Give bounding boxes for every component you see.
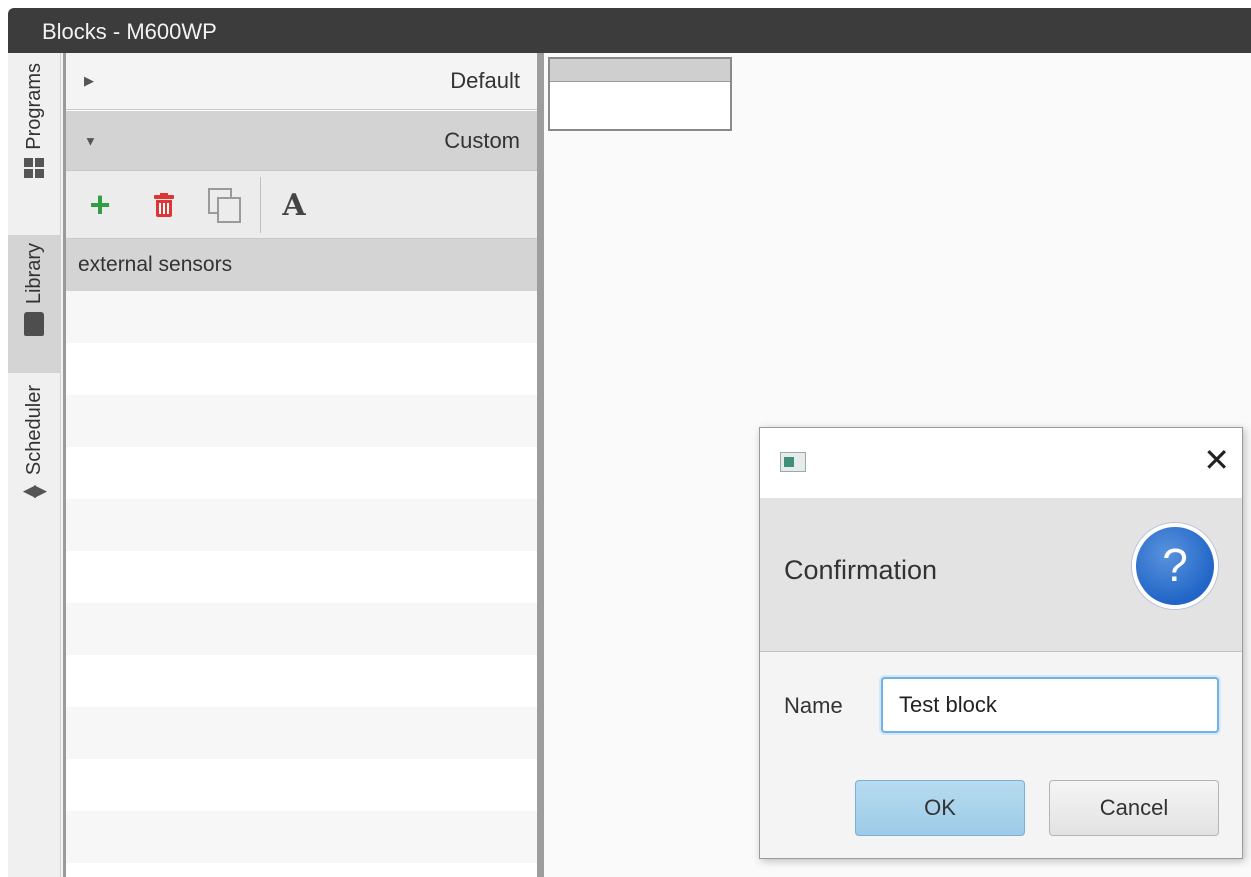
list-item[interactable]: external sensors [66,239,540,291]
name-field[interactable] [881,677,1219,733]
app-icon [780,452,806,472]
library-toolbar: + A [66,171,540,239]
add-icon[interactable]: + [84,187,116,223]
dialog-header: Confirmation ? [760,498,1242,652]
list-item [66,551,540,603]
toolbar-divider [260,177,261,233]
library-panel: ▶ Default ▼ Custom + A external sensors [63,53,540,877]
library-item-list: external sensors [66,239,540,877]
section-custom-header[interactable]: ▼ Custom [66,111,540,171]
trash-icon[interactable] [148,189,180,221]
ok-button[interactable]: OK [855,780,1025,836]
expanded-triangle-icon: ▼ [84,133,97,148]
tab-library-label: Library [22,243,45,305]
list-item [66,759,540,811]
cancel-button[interactable]: Cancel [1049,780,1219,836]
copy-icon[interactable] [208,188,241,223]
block-table-header [550,59,730,82]
left-right-arrows-icon: ◀▶ [22,481,47,501]
grid-icon [24,157,44,178]
name-label: Name [784,693,843,718]
dialog-titlebar: ✕ [760,428,1242,498]
list-item [66,707,540,759]
question-icon: ? [1132,523,1218,609]
close-icon[interactable]: ✕ [1203,442,1230,478]
list-item [66,603,540,655]
tab-library[interactable]: Library [8,235,60,373]
collapsed-triangle-icon: ▶ [84,73,94,88]
tab-programs-label: Programs [22,63,45,150]
panel-splitter[interactable] [537,53,544,877]
confirmation-dialog: ✕ Confirmation ? Name OK Cancel [759,427,1243,859]
list-item [66,291,540,343]
rename-icon[interactable]: A [278,188,310,223]
list-item [66,655,540,707]
side-tab-strip: Programs Library Scheduler ◀▶ [8,53,61,877]
list-item [66,811,540,863]
tab-scheduler-label: Scheduler [22,385,45,476]
dialog-title: Confirmation [784,555,938,585]
list-item [66,395,540,447]
list-item [66,447,540,499]
list-item [66,863,540,877]
tab-scheduler[interactable]: Scheduler ◀▶ [8,375,60,545]
tab-programs[interactable]: Programs [8,53,60,235]
list-item [66,343,540,395]
section-default-header[interactable]: ▶ Default [66,53,540,110]
book-icon [24,312,44,337]
window-title: Blocks - M600WP [8,8,1251,53]
section-default-label: Default [450,68,520,93]
block-table[interactable] [548,57,732,131]
list-item [66,499,540,551]
section-custom-label: Custom [444,127,520,153]
